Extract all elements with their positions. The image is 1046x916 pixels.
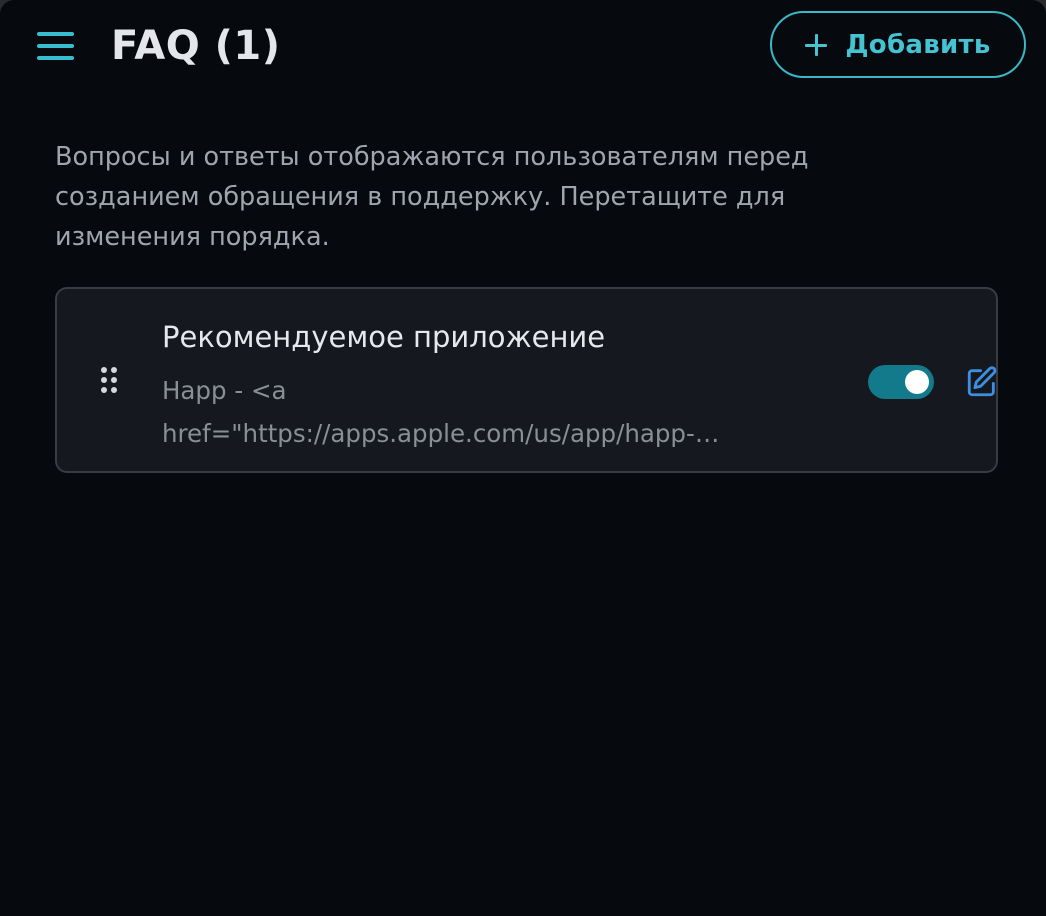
add-button-label: Добавить [845, 29, 991, 60]
plus-icon [805, 33, 828, 56]
page-title: FAQ (1) [111, 23, 281, 69]
faq-description: Вопросы и ответы отображаются пользовате… [55, 142, 809, 252]
drag-handle-icon[interactable] [101, 367, 121, 395]
toggle-knob [905, 370, 929, 394]
faq-enabled-toggle[interactable] [868, 365, 934, 399]
hamburger-menu-icon[interactable] [37, 30, 75, 62]
faq-question: Рекомендуемое приложение [162, 320, 606, 354]
faq-item[interactable]: Рекомендуемое приложение Happ - <a href=… [55, 287, 998, 473]
edit-pencil-icon[interactable] [965, 365, 999, 399]
faq-panel: FAQ (1) Добавить Вопросы и ответы отобра… [0, 0, 1046, 916]
faq-answer-preview: Happ - <a href="https://apps.apple.com/u… [162, 376, 720, 448]
add-button[interactable]: Добавить [770, 11, 1026, 78]
